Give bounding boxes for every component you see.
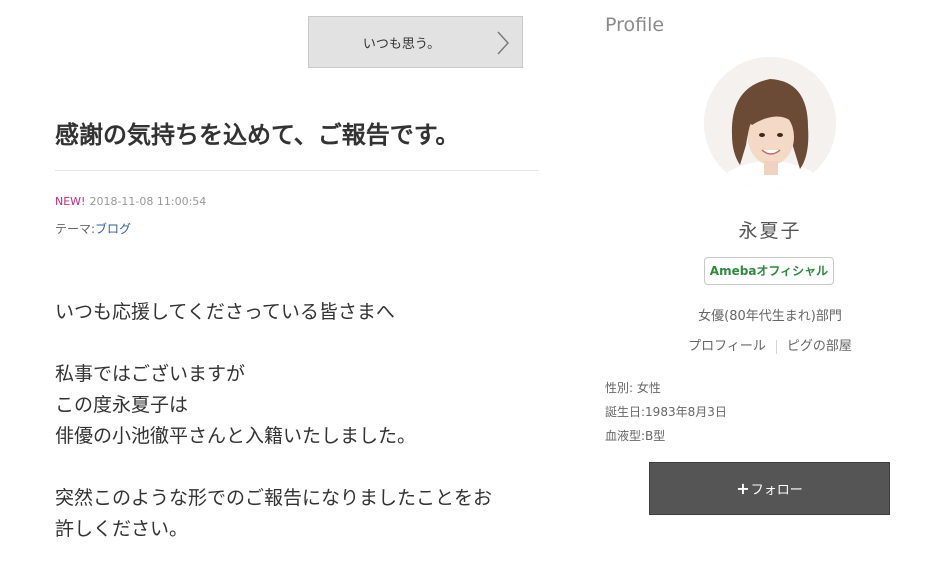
body-line: 突然このような形でのご報告になりましたことをお (55, 487, 493, 509)
profile-blood-type: 血液型:B型 (605, 429, 666, 443)
article-title: 感謝の気持ちを込めて、ご報告です。 (55, 121, 460, 149)
body-line: この度永夏子は (55, 394, 189, 416)
new-badge: NEW! (55, 195, 86, 208)
article-body: いつも応援してくださっている皆さまへ 私事ではございますが この度永夏子は 俳優… (55, 297, 545, 545)
next-article-button[interactable]: いつも思う。 (308, 16, 523, 68)
body-line: 私事ではございますが (55, 363, 246, 385)
body-line: 俳優の小池徹平さんと入籍いたしました。 (55, 425, 417, 447)
title-divider (55, 170, 539, 171)
profile-facts: 性別: 女性 誕生日:1983年8月3日 血液型:B型 (605, 376, 727, 448)
profile-nickname[interactable]: 永夏子 (600, 216, 933, 243)
profile-birthday: 誕生日:1983年8月3日 (605, 405, 727, 419)
profile-links: プロフィール ピグの部屋 (600, 335, 933, 354)
profile-sidebar: Profile 永夏子 Amebaオフィシャル 女優(80年代生まれ)部門 プロ… (600, 0, 933, 563)
pigg-room-link[interactable]: ピグの部屋 (777, 339, 862, 354)
chevron-right-icon (497, 31, 509, 55)
article-datetime: 2018-11-08 11:00:54 (89, 195, 207, 208)
article-meta: NEW! 2018-11-08 11:00:54 (55, 195, 206, 208)
article-theme: テーマ:ブログ (55, 220, 131, 237)
body-line: いつも応援してくださっている皆さまへ (55, 301, 395, 323)
body-line: 許しください。 (55, 518, 189, 540)
theme-link[interactable]: ブログ (95, 222, 131, 236)
article-column: いつも思う。 感謝の気持ちを込めて、ご報告です。 NEW! 2018-11-08 … (0, 0, 560, 563)
profile-category[interactable]: 女優(80年代生まれ)部門 (600, 305, 933, 324)
next-article-label: いつも思う。 (362, 37, 441, 52)
follow-label: フォロー (750, 483, 803, 498)
profile-heading: Profile (605, 14, 665, 36)
plus-icon: + (736, 479, 750, 498)
profile-gender: 性別: 女性 (605, 381, 661, 395)
profile-link[interactable]: プロフィール (678, 339, 776, 354)
follow-button[interactable]: +フォロー (649, 462, 890, 515)
avatar-portrait (704, 57, 836, 189)
theme-label: テーマ: (55, 222, 96, 236)
avatar[interactable] (704, 57, 836, 189)
official-badge: Amebaオフィシャル (704, 257, 834, 285)
